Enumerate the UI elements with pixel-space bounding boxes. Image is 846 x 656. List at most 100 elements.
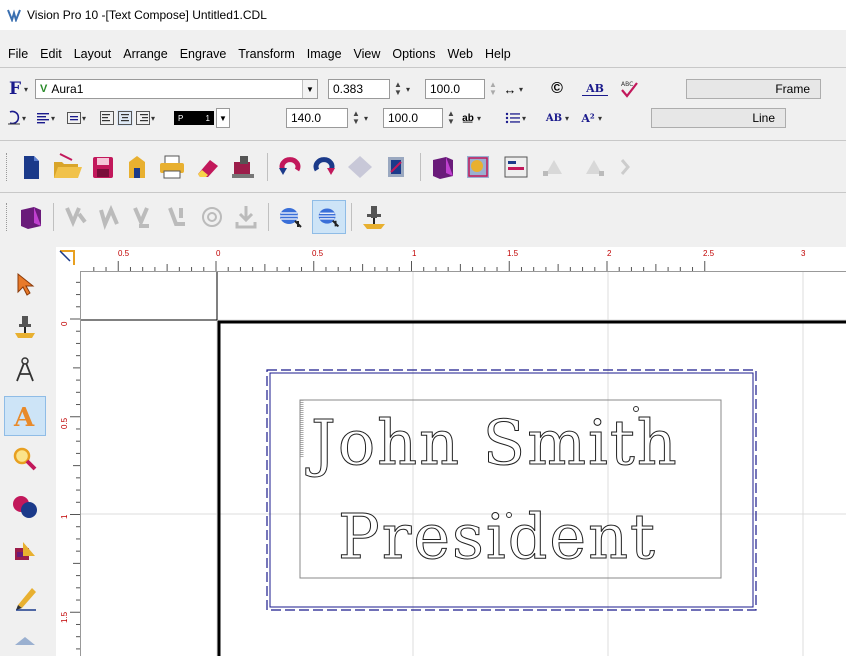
undo-icon[interactable] <box>273 150 307 184</box>
font-dropdown-arrow[interactable]: ▾ <box>24 85 33 94</box>
open-icon[interactable] <box>48 150 86 184</box>
line-button[interactable]: Line <box>651 108 786 128</box>
weld2-icon[interactable] <box>93 200 127 234</box>
width-spinner[interactable]: ▲ ▼ <box>485 79 501 99</box>
menu-file[interactable]: File <box>2 47 34 61</box>
node-icon[interactable] <box>534 150 574 184</box>
spacing-percent-field[interactable]: 100.0 <box>383 108 443 128</box>
template-icon[interactable] <box>120 150 154 184</box>
angle-dropdown-arrow[interactable]: ▾ <box>364 114 373 123</box>
menu-engrave[interactable]: Engrave <box>174 47 233 61</box>
node2-icon[interactable] <box>574 150 614 184</box>
spacing-spinner[interactable]: ▲ ▼ <box>443 108 459 128</box>
select-tool[interactable] <box>8 267 42 301</box>
scan-icon[interactable] <box>379 150 415 184</box>
engraver-icon[interactable] <box>357 200 391 234</box>
height-dropdown-arrow[interactable]: ▾ <box>406 85 415 94</box>
justify-dropdown-arrow[interactable]: ▾ <box>151 114 160 123</box>
height-spinner[interactable]: ▲ ▼ <box>390 79 406 99</box>
fill-stripes-active-button[interactable] <box>312 200 346 234</box>
font-button[interactable]: F <box>6 79 24 99</box>
chevron-down-icon[interactable]: ▼ <box>302 80 317 98</box>
menu-options[interactable]: Options <box>386 47 441 61</box>
rotate-text-icon[interactable] <box>6 109 22 127</box>
menu-help[interactable]: Help <box>479 47 517 61</box>
width-mode-dropdown-arrow[interactable]: ▾ <box>519 85 528 94</box>
diamond-icon[interactable] <box>341 150 379 184</box>
letter-spacing-icon[interactable]: a͟b <box>459 113 477 124</box>
copyright-icon[interactable]: © <box>546 80 568 98</box>
angle-field[interactable]: 140.0 <box>286 108 348 128</box>
color-dropdown-arrow[interactable]: ▼ <box>216 108 230 128</box>
weld3-icon[interactable] <box>127 200 161 234</box>
weld-icon[interactable] <box>59 200 93 234</box>
ab-superscript-icon[interactable]: AB <box>543 113 565 124</box>
engrave-tool[interactable] <box>8 310 42 344</box>
menu-edit[interactable]: Edit <box>34 47 68 61</box>
properties-icon[interactable] <box>498 150 534 184</box>
text-tool[interactable]: A <box>4 396 46 436</box>
horizontal-arrows-icon[interactable]: ↔ <box>501 82 519 97</box>
transform-tool[interactable] <box>8 535 42 569</box>
vertical-align-dropdown-arrow[interactable]: ▾ <box>82 114 91 123</box>
angle-spinner[interactable]: ▲ ▼ <box>348 108 364 128</box>
drawing-canvas[interactable]: John Smith President <box>81 272 846 656</box>
print-icon[interactable] <box>154 150 190 184</box>
image-icon[interactable] <box>460 150 498 184</box>
engraved-text-line-2[interactable]: President <box>338 505 657 568</box>
justify-center-icon[interactable] <box>117 110 133 126</box>
more-icon[interactable] <box>614 150 634 184</box>
draw-tool[interactable] <box>8 353 42 387</box>
layer-icon[interactable] <box>426 150 460 184</box>
spell-check-icon[interactable]: ABC <box>618 79 640 99</box>
eraser-icon[interactable] <box>190 150 226 184</box>
menu-image[interactable]: Image <box>301 47 348 61</box>
more-icon <box>15 636 35 645</box>
rotate-dropdown-arrow[interactable]: ▾ <box>22 114 31 123</box>
weld4-icon[interactable] <box>161 200 195 234</box>
new-icon[interactable] <box>14 150 48 184</box>
color-swatch[interactable]: P 1 <box>174 111 214 125</box>
menu-view[interactable]: View <box>348 47 387 61</box>
font-name-combo[interactable]: V Aura1 ▼ <box>35 79 318 99</box>
target-icon[interactable] <box>195 200 229 234</box>
pencil-tool[interactable] <box>8 580 42 614</box>
ab-kerning-icon[interactable]: AB <box>582 82 608 96</box>
bullet-list-icon[interactable] <box>504 110 522 126</box>
a-squared-icon[interactable]: A² <box>578 112 598 125</box>
zoom-tool[interactable] <box>8 443 42 477</box>
shapes-tool[interactable] <box>8 490 42 524</box>
ab-dropdown-arrow[interactable]: ▾ <box>565 114 574 123</box>
layer-icon[interactable] <box>14 200 48 234</box>
justify-left-icon[interactable] <box>99 110 115 126</box>
toolbar-grip <box>6 153 10 181</box>
menu-arrange[interactable]: Arrange <box>117 47 173 61</box>
menu-transform[interactable]: Transform <box>232 47 301 61</box>
width-percent-field[interactable]: 100.0 <box>425 79 485 99</box>
import-icon[interactable] <box>229 200 263 234</box>
align-left-icon[interactable] <box>35 110 51 126</box>
font-name-value: Aura1 <box>51 82 84 96</box>
menu-layout[interactable]: Layout <box>68 47 118 61</box>
superscript-dropdown-arrow[interactable]: ▾ <box>598 114 607 123</box>
transform-icon <box>15 542 35 560</box>
zoom-icon <box>13 447 37 471</box>
frame-button[interactable]: Frame <box>686 79 821 99</box>
list-dropdown-arrow[interactable]: ▾ <box>522 114 531 123</box>
save-icon[interactable] <box>86 150 120 184</box>
horizontal-ruler[interactable]: 0.5 0 0.5 1 1.5 2 2.5 3 <box>80 247 846 272</box>
engraved-text-line-1[interactable]: John Smith <box>311 411 679 474</box>
fill-stripes-icon[interactable] <box>274 200 308 234</box>
menu-web[interactable]: Web <box>442 47 479 61</box>
align-dropdown-arrow[interactable]: ▾ <box>51 114 60 123</box>
letter-spacing-dropdown-arrow[interactable]: ▾ <box>477 114 486 123</box>
vertical-align-icon[interactable] <box>66 110 82 126</box>
justify-right-icon[interactable] <box>135 110 151 126</box>
ruler-origin[interactable] <box>56 247 81 272</box>
redo-icon[interactable] <box>307 150 341 184</box>
left-toolbar: A <box>0 247 56 656</box>
more-tool[interactable] <box>8 625 42 656</box>
vertical-ruler[interactable]: 0 0.5 1 1.5 <box>56 271 81 656</box>
height-field[interactable]: 0.383 <box>328 79 390 99</box>
engrave-machine-icon[interactable] <box>226 150 262 184</box>
